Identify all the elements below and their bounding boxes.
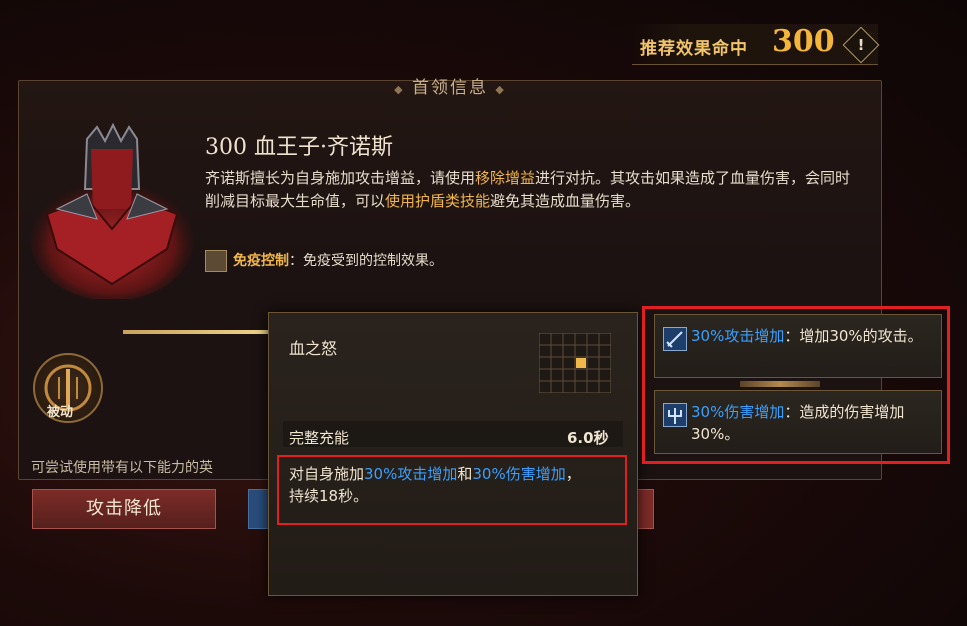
panel-title: ◆ 首领信息 ◆ (394, 78, 506, 98)
charge-label: 完整充能 (289, 429, 350, 447)
highlight-box (642, 306, 950, 464)
recommended-hit-banner: 推荐效果命中 300 ! (632, 24, 880, 65)
warning-icon[interactable]: ! (842, 26, 880, 64)
boss-portrait (30, 122, 194, 299)
recommended-label: 推荐效果命中 (640, 39, 748, 59)
diamond-ornament-icon: ◆ (394, 83, 405, 96)
keyword-remove-buff: 移除增益 (475, 169, 536, 187)
charge-value: 6.0秒 (567, 429, 609, 447)
immune-control-icon (205, 250, 227, 272)
passive-label: 被动 (47, 405, 74, 420)
boss-description: 齐诺斯擅长为自身施加攻击增益，请使用移除增益进行对抗。其攻击如果造成了血量伤害，… (205, 169, 851, 210)
immune-control-line: 免疫控制：免疫受到的控制效果。 (233, 253, 443, 269)
suggestion-text: 可尝试使用带有以下能力的英 (31, 460, 213, 476)
attack-down-button[interactable]: 攻击降低 (32, 489, 216, 529)
skill-title: 血之怒 (289, 339, 338, 358)
skill-tooltip: 血之怒 完整充能 6.0秒 对自身施加30%攻击增加和30%伤害增加，持续18秒… (268, 312, 638, 596)
diamond-ornament-icon: ◆ (495, 83, 506, 96)
skill-progress-bar (123, 330, 275, 334)
boss-name: 300 血王子·齐诺斯 (205, 135, 393, 160)
keyword-shield-skill: 使用护盾类技能 (385, 192, 491, 210)
highlight-box (277, 455, 627, 525)
skill-range-grid-icon (539, 333, 611, 393)
recommended-value: 300 (772, 24, 835, 59)
